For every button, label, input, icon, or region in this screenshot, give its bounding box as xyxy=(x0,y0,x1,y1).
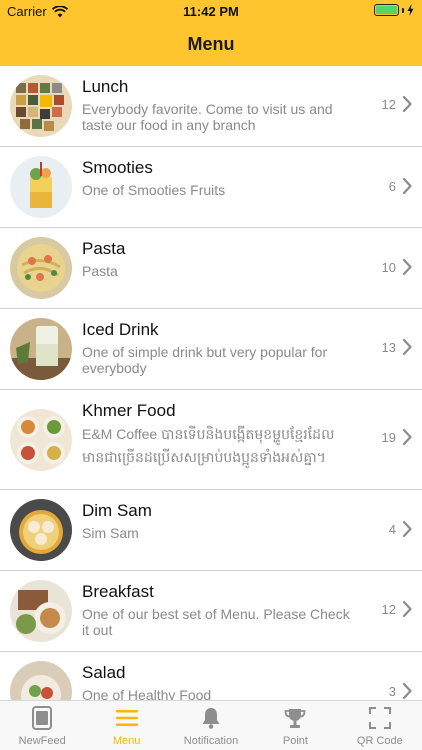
qr-scan-icon xyxy=(367,705,393,731)
khmer-food-thumbnail xyxy=(10,409,72,471)
chevron-right-icon xyxy=(402,96,412,112)
clock: 11:42 PM xyxy=(183,4,239,19)
menu-item-title: Pasta xyxy=(82,239,126,258)
menu-item-count: 3 xyxy=(388,684,396,699)
menu-item-khmer-food[interactable]: Khmer Food E&M Coffee បានទើបនិងបង្កើតមុខ… xyxy=(0,390,422,490)
menu-item-description: One of Smooties Fruits xyxy=(82,182,226,198)
tab-label: Menu xyxy=(112,735,141,747)
chevron-right-icon xyxy=(402,683,412,699)
tab-bar: NewFeed Menu Notification Point QR Code xyxy=(0,700,422,750)
menu-item-description: One of Healthy Food xyxy=(82,687,212,700)
menu-item-breakfast[interactable]: Breakfast One of our best set of Menu. P… xyxy=(0,571,422,652)
pasta-thumbnail xyxy=(10,237,72,299)
breakfast-thumbnail xyxy=(10,580,72,642)
chevron-right-icon xyxy=(402,601,412,617)
tab-qr-code[interactable]: QR Code xyxy=(338,701,422,750)
menu-item-iced-drink[interactable]: Iced Drink One of simple drink but very … xyxy=(0,309,422,390)
menu-item-description: Everybody favorite. Come to visit us and… xyxy=(82,101,333,133)
menu-item-title: Salad xyxy=(82,663,126,682)
tab-newfeed[interactable]: NewFeed xyxy=(0,701,84,750)
tab-menu[interactable]: Menu xyxy=(84,701,168,750)
tab-label: QR Code xyxy=(356,735,403,747)
menu-item-salad[interactable]: Salad One of Healthy Food 3 xyxy=(0,652,422,700)
status-bar-right xyxy=(374,4,414,16)
tab-point[interactable]: Point xyxy=(253,701,337,750)
iced-drink-thumbnail xyxy=(10,318,72,380)
chevron-right-icon xyxy=(402,178,412,194)
dim-sum-thumbnail xyxy=(10,499,72,561)
navigation-bar: Menu xyxy=(0,22,422,66)
menu-item-smooties[interactable]: Smooties One of Smooties Fruits 6 xyxy=(0,147,422,228)
chevron-right-icon xyxy=(402,521,412,537)
menu-item-count: 12 xyxy=(381,97,396,112)
menu-item-dim-sam[interactable]: Dim Sam Sim Sam 4 xyxy=(0,490,422,571)
smoothie-thumbnail xyxy=(10,156,72,218)
menu-item-count: 6 xyxy=(388,179,396,194)
tab-notification[interactable]: Notification xyxy=(169,701,253,750)
chevron-right-icon xyxy=(402,429,412,445)
menu-list[interactable]: Lunch Everybody favorite. Come to visit … xyxy=(0,66,422,700)
charging-bolt-icon xyxy=(407,4,414,16)
menu-item-title: Lunch xyxy=(82,77,129,96)
battery-cap xyxy=(402,7,404,13)
menu-item-description: E&M Coffee បានទើបនិងបង្កើតមុខម្ហូបខ្មែរដ… xyxy=(82,426,335,465)
battery-icon xyxy=(374,4,399,16)
trophy-icon xyxy=(282,705,308,731)
tab-label: NewFeed xyxy=(18,735,66,747)
menu-item-title: Smooties xyxy=(82,158,153,177)
menu-item-title: Breakfast xyxy=(82,582,154,601)
menu-item-count: 10 xyxy=(381,260,396,275)
menu-item-count: 13 xyxy=(381,340,396,355)
page-title: Menu xyxy=(187,33,235,54)
menu-item-lunch[interactable]: Lunch Everybody favorite. Come to visit … xyxy=(0,66,422,147)
menu-item-title: Dim Sam xyxy=(82,501,152,520)
newfeed-icon xyxy=(29,705,55,731)
tab-label: Point xyxy=(282,735,308,747)
menu-item-description: Sim Sam xyxy=(82,525,139,541)
status-bar: Carrier 11:42 PM xyxy=(0,0,422,22)
bell-icon xyxy=(198,705,224,731)
menu-item-pasta[interactable]: Pasta Pasta 10 xyxy=(0,228,422,309)
menu-item-count: 4 xyxy=(388,522,396,537)
menu-icon xyxy=(114,705,140,731)
chevron-right-icon xyxy=(402,339,412,355)
salad-thumbnail xyxy=(10,661,72,700)
menu-item-title: Iced Drink xyxy=(82,320,159,339)
menu-item-description: One of simple drink but very popular for… xyxy=(82,344,328,376)
lunch-thumbnail xyxy=(10,75,72,137)
tab-label: Notification xyxy=(183,735,239,747)
menu-item-count: 19 xyxy=(381,430,396,445)
menu-item-description: One of our best set of Menu. Please Chec… xyxy=(82,606,350,638)
menu-item-count: 12 xyxy=(381,602,396,617)
menu-item-description: Pasta xyxy=(82,263,118,279)
chevron-right-icon xyxy=(402,259,412,275)
menu-item-title: Khmer Food xyxy=(82,401,176,420)
